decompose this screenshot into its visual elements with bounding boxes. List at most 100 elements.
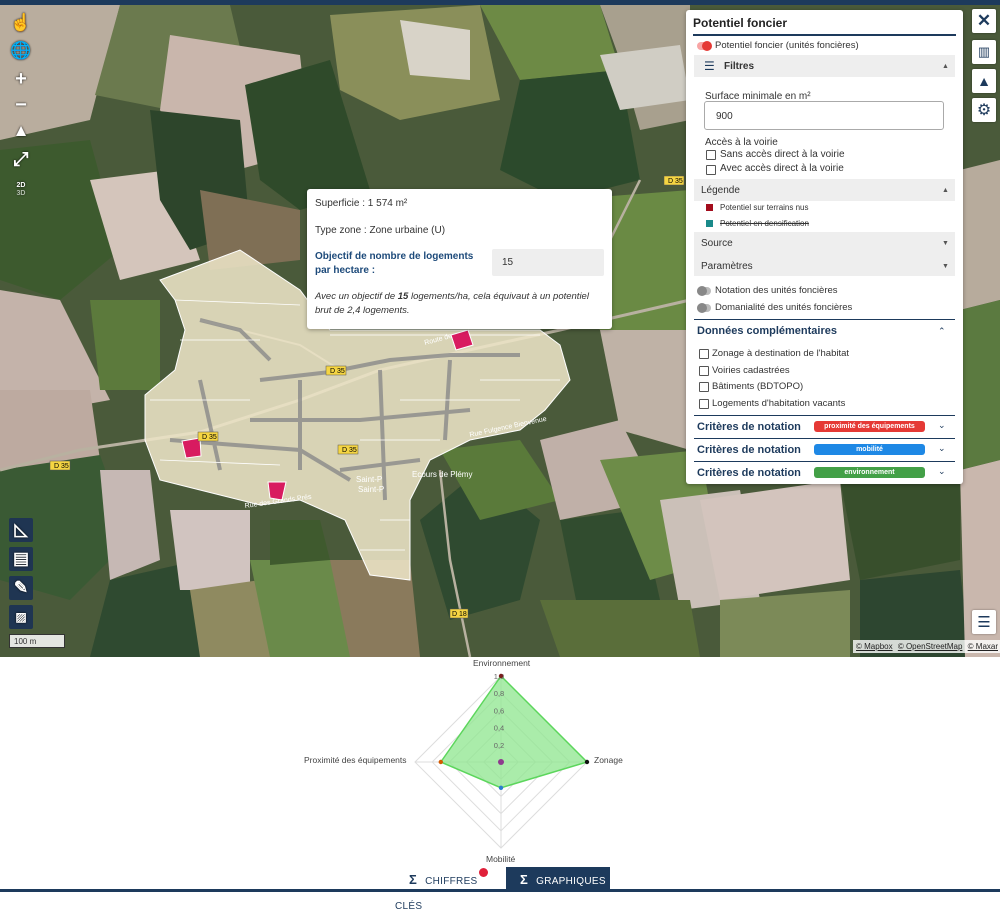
- road-label: D 35: [330, 368, 345, 375]
- chevron-down-icon: ▼: [942, 240, 949, 247]
- attribution-link[interactable]: © Maxar: [968, 642, 998, 651]
- radar-series-area: [439, 674, 589, 789]
- scale-bar: 100 m: [9, 634, 65, 648]
- fullscreen-icon[interactable]: ⤢: [9, 148, 33, 172]
- objectif-input[interactable]: 15: [492, 249, 604, 276]
- legende-header[interactable]: Légende ▲: [694, 179, 955, 201]
- acces-label: Accès à la voirie: [705, 137, 778, 148]
- print-icon[interactable]: ▤: [9, 547, 33, 571]
- panel-title: Potentiel foncier: [693, 16, 788, 30]
- type-zone-text: Type zone : Zone urbaine (U): [315, 225, 446, 236]
- batiments-label: Bâtiments (BDTOPO): [712, 381, 804, 392]
- result-pre: Avec un objectif de: [315, 291, 398, 302]
- domanialite-toggle[interactable]: [697, 303, 711, 313]
- chevron-down-icon[interactable]: ⌄: [938, 443, 946, 454]
- legend-item-densification: Potentiel en densification: [720, 219, 809, 228]
- voiries-label: Voiries cadastrées: [712, 365, 790, 376]
- axis-label-environnement: Environnement: [473, 658, 531, 668]
- place-label: Saint-P: [356, 475, 382, 484]
- chevron-down-icon[interactable]: ⌄: [938, 466, 946, 477]
- measure-icon[interactable]: ◺: [9, 518, 33, 542]
- potentiel-toggle-label: Potentiel foncier (unités foncières): [715, 40, 859, 51]
- close-icon[interactable]: ✕: [972, 9, 996, 33]
- potentiel-toggle[interactable]: [697, 41, 712, 51]
- chevron-up-icon[interactable]: ⌃: [938, 326, 946, 337]
- legend-list-icon[interactable]: ☰: [972, 610, 996, 634]
- domanialite-toggle-label: Domanialité des unités foncières: [715, 302, 853, 313]
- avec-acces-checkbox[interactable]: [706, 165, 716, 175]
- radar-data-point: [498, 673, 504, 679]
- radar-data-point: [438, 759, 443, 765]
- source-header[interactable]: Source ▼: [694, 232, 955, 254]
- chevron-up-icon: ▲: [942, 63, 949, 70]
- radar-data-point: [584, 759, 590, 765]
- tab-graphiques-label: GRAPHIQUES: [536, 876, 606, 887]
- notation-toggle[interactable]: [697, 286, 711, 296]
- 3d-label: 3D: [16, 190, 26, 197]
- parametres-label: Paramètres: [701, 261, 753, 272]
- map-attribution: © Mapbox © OpenStreetMap © Maxar: [853, 640, 1000, 653]
- criteres-environnement-label[interactable]: Critères de notation: [697, 467, 801, 479]
- road-label: D 35: [342, 447, 357, 454]
- settings-icon[interactable]: ⚙: [972, 98, 996, 122]
- zonage-checkbox[interactable]: [699, 349, 709, 359]
- badge-proximite: proximité des équipements: [814, 421, 925, 432]
- place-label: Saint-P: [358, 485, 384, 494]
- title-underline: [693, 34, 956, 36]
- globe-search-icon[interactable]: 🌐: [9, 39, 33, 63]
- draw-icon[interactable]: ✎: [9, 576, 33, 600]
- hand-pointer-icon[interactable]: ☝: [9, 11, 33, 35]
- result-text: Avec un objectif de 15 logements/ha, cel…: [315, 290, 605, 318]
- sans-acces-label: Sans accès direct à la voirie: [720, 149, 845, 160]
- source-label: Source: [701, 238, 733, 249]
- attribution-link[interactable]: © OpenStreetMap: [898, 642, 963, 651]
- result-bold: 15: [397, 291, 409, 302]
- 2d-3d-toggle[interactable]: 2D 3D: [9, 178, 33, 202]
- parametres-header[interactable]: Paramètres ▼: [694, 254, 955, 276]
- divider: [694, 461, 955, 462]
- surface-input[interactable]: 900: [704, 101, 944, 130]
- radar-tick-label: 0,2: [494, 741, 504, 750]
- north-arrow-icon[interactable]: ▲: [9, 119, 33, 143]
- road-label: D 18: [452, 611, 467, 618]
- legend-swatch-densification: [706, 220, 713, 227]
- divider: [694, 319, 955, 320]
- road-label: D 35: [668, 178, 683, 185]
- radar-tick-label: 0,8: [494, 689, 504, 698]
- zoom-out-icon[interactable]: −: [9, 93, 33, 117]
- parcel-popup: Superficie : 1 574 m² Type zone : Zone u…: [307, 189, 612, 329]
- chevron-down-icon[interactable]: ⌄: [938, 420, 946, 431]
- place-label: Ecours de Plémy: [412, 470, 472, 479]
- notification-dot: [479, 868, 488, 877]
- logements-checkbox[interactable]: [699, 399, 709, 409]
- sans-acces-checkbox[interactable]: [706, 150, 716, 160]
- divider: [694, 415, 955, 416]
- shapes-icon[interactable]: ▲: [972, 69, 996, 93]
- chevron-down-icon: ▼: [942, 263, 949, 270]
- badge-environnement: environnement: [814, 467, 925, 478]
- legend-item-nus: Potentiel sur terrains nus: [720, 203, 809, 212]
- zonage-label: Zonage à destination de l'habitat: [712, 348, 850, 359]
- batiments-checkbox[interactable]: [699, 382, 709, 392]
- radar-tick-label: 0,4: [494, 724, 504, 733]
- donnees-comp-title[interactable]: Données complémentaires: [697, 325, 837, 337]
- attribution-link[interactable]: © Mapbox: [856, 642, 893, 651]
- basemap-icon[interactable]: ▨: [9, 605, 33, 629]
- legende-label: Légende: [701, 185, 740, 196]
- radar-data-point: [498, 785, 504, 790]
- superficie-text: Superficie : 1 574 m²: [315, 198, 408, 209]
- divider: [694, 438, 955, 439]
- filtres-header[interactable]: ☰ Filtres ▲: [694, 55, 955, 77]
- voiries-checkbox[interactable]: [699, 366, 709, 376]
- radar-svg: 1,00,80,60,40,2: [414, 672, 590, 849]
- map-layers-icon[interactable]: ▥: [972, 40, 996, 64]
- sliders-icon: ☰: [704, 59, 715, 73]
- axis-label-mobilite: Mobilité: [486, 854, 516, 864]
- axis-label-proximite: Proximité des équipements: [304, 755, 407, 765]
- zoom-in-icon[interactable]: +: [9, 67, 33, 91]
- filtres-label: Filtres: [724, 61, 755, 72]
- criteres-proximite-label[interactable]: Critères de notation: [697, 421, 801, 433]
- criteres-mobilite-label[interactable]: Critères de notation: [697, 444, 801, 456]
- avec-acces-label: Avec accès direct à la voirie: [720, 163, 844, 174]
- badge-mobilite: mobilité: [814, 444, 925, 455]
